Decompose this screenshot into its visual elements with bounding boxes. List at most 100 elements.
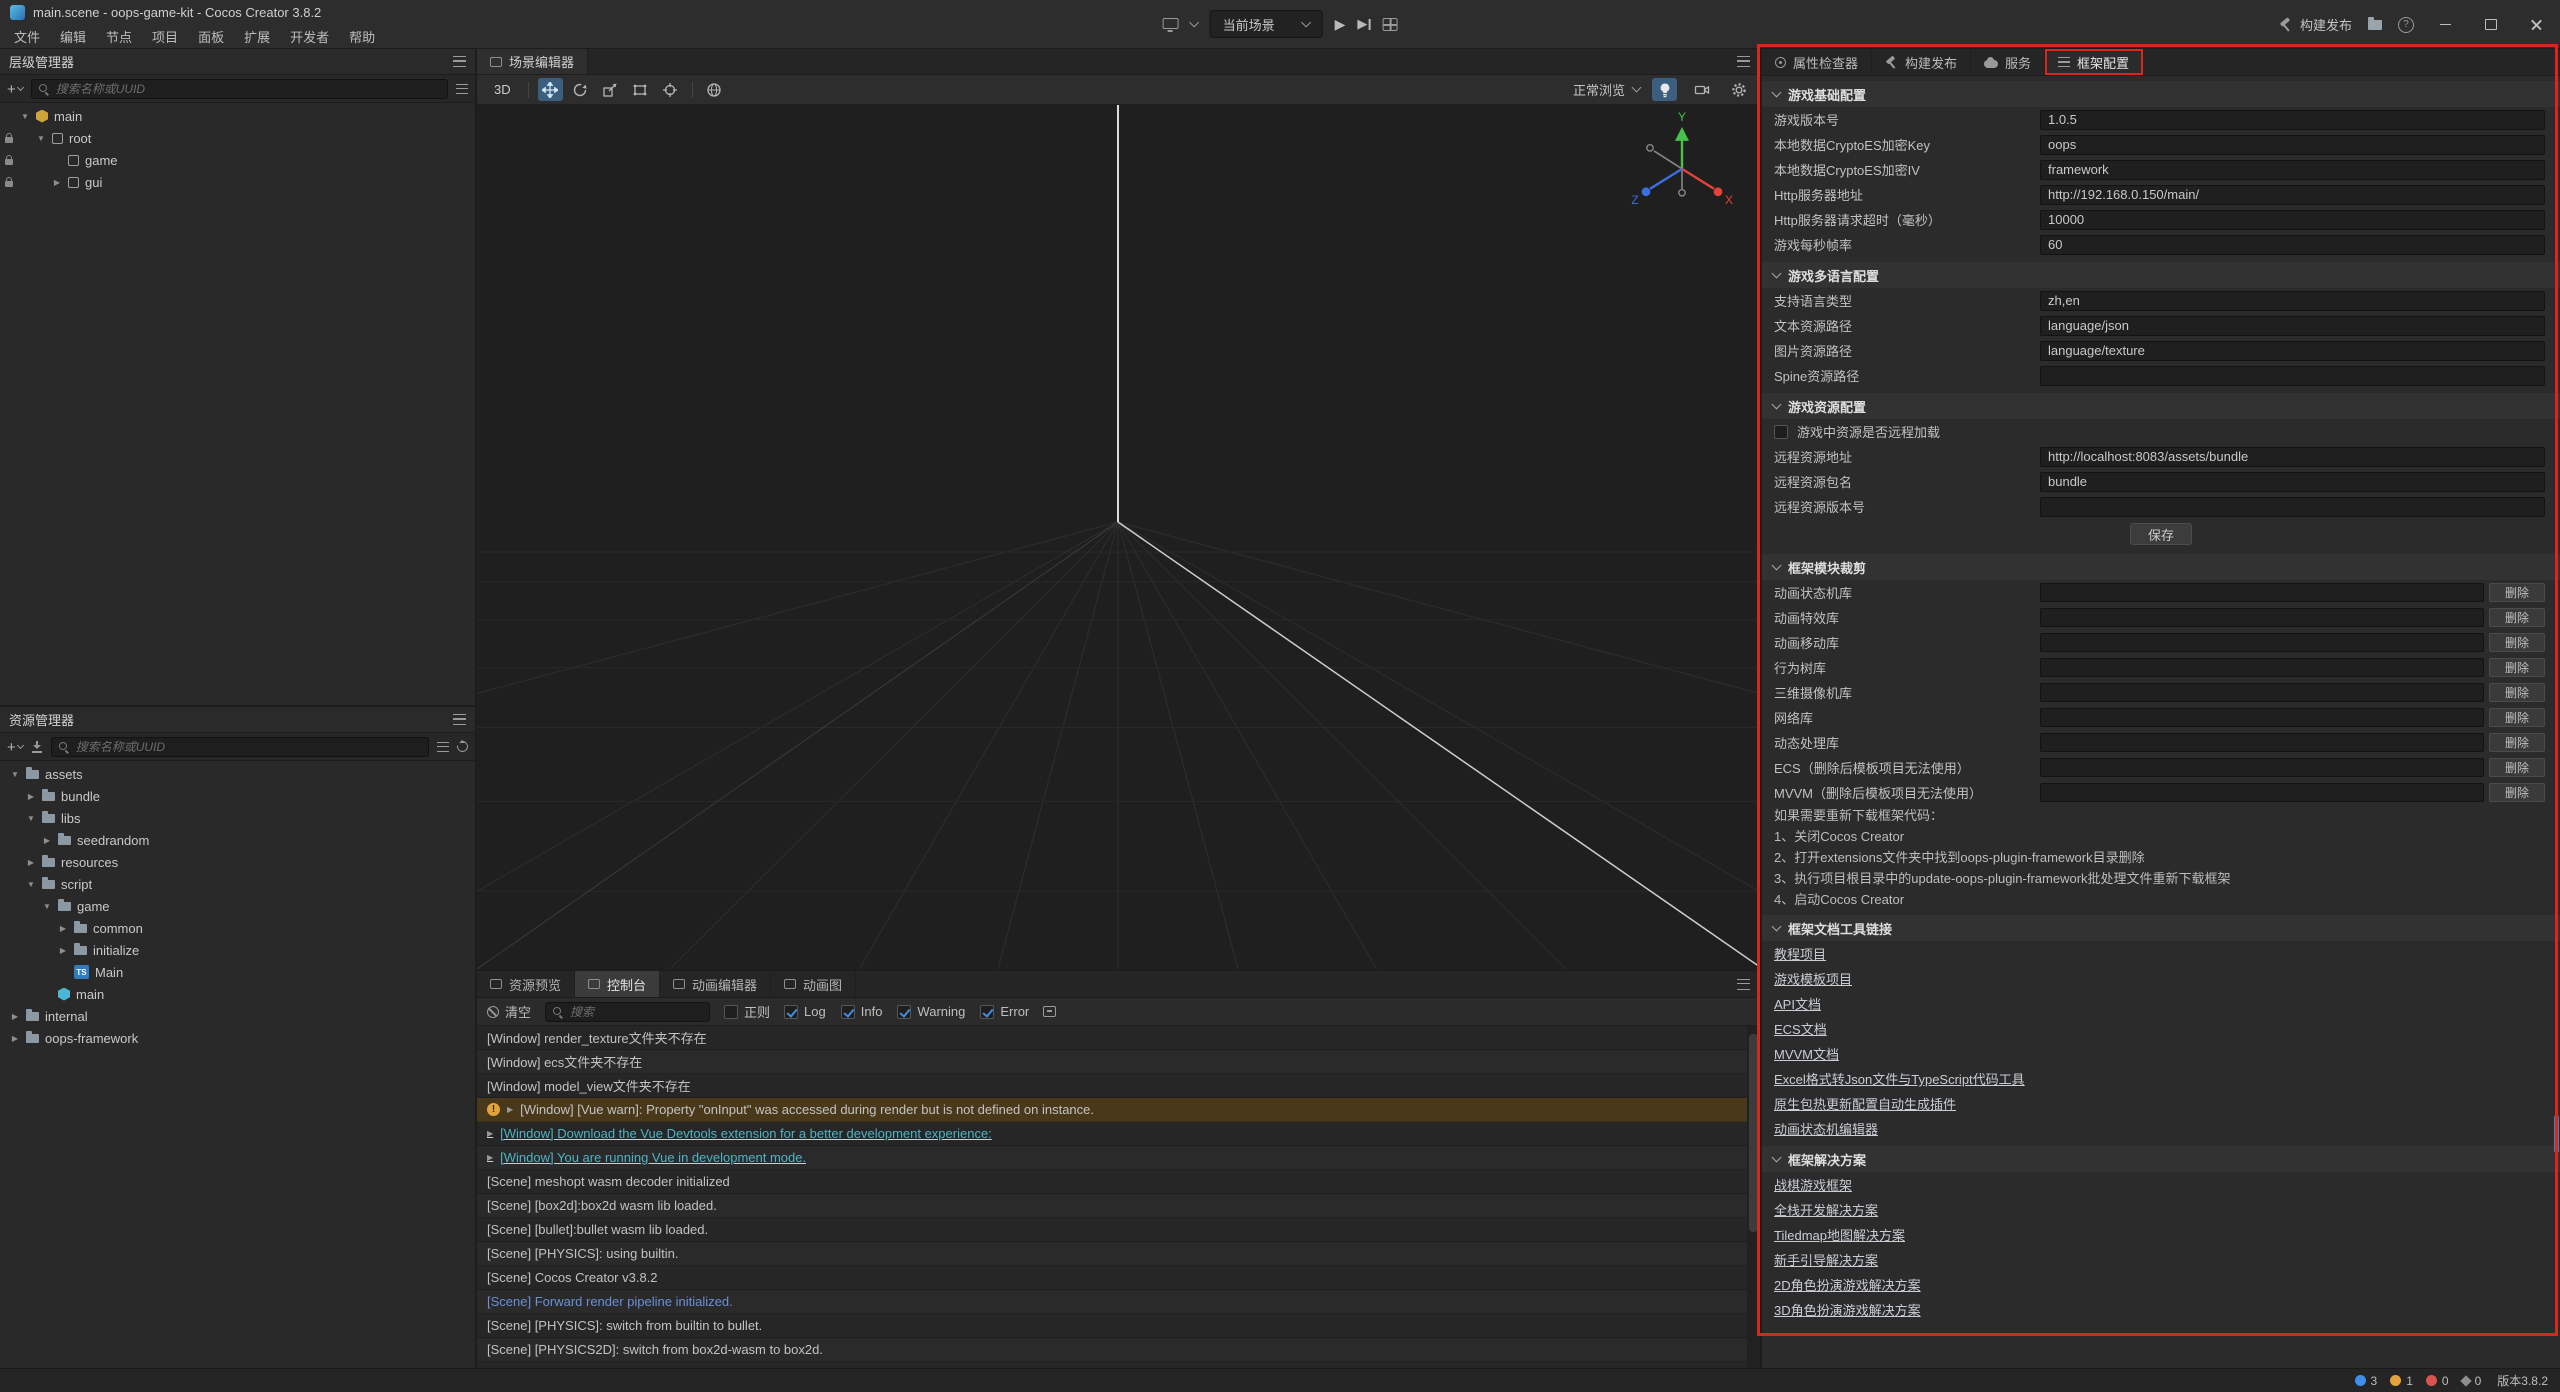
toggle-3d-button[interactable]: 3D (486, 80, 519, 99)
delete-button[interactable]: 删除 (2489, 583, 2545, 602)
play-button[interactable]: ▶ (1335, 16, 1346, 33)
tree-row-common[interactable]: ▶common (0, 917, 475, 939)
delete-button[interactable]: 删除 (2489, 633, 2545, 652)
menu-item-帮助[interactable]: 帮助 (339, 25, 385, 48)
status-counter-info[interactable]: 3 (2355, 1374, 2378, 1388)
tree-row-game[interactable]: game (0, 149, 475, 171)
doc-link[interactable]: 教程项目 (1774, 944, 1826, 963)
filter-icon[interactable] (456, 84, 468, 94)
section-header[interactable]: 框架文档工具链接 (1762, 915, 2560, 941)
build-publish-button[interactable]: 构建发布 (2279, 15, 2352, 34)
expand-chevron-icon[interactable]: ▶ (487, 1153, 493, 1162)
import-icon[interactable] (31, 741, 43, 753)
log-row[interactable]: [Scene] [box2d]:box2d wasm lib loaded. (477, 1194, 1747, 1218)
delete-button[interactable]: 删除 (2489, 733, 2545, 752)
menu-item-节点[interactable]: 节点 (96, 25, 142, 48)
expand-chevron-icon[interactable]: ▶ (26, 858, 36, 867)
menu-item-项目[interactable]: 项目 (142, 25, 188, 48)
inspector-tab-属性检查器[interactable]: 属性检查器 (1762, 49, 1872, 75)
move-tool-icon[interactable] (538, 78, 563, 101)
log-row[interactable]: [Scene] Cocos Creator v3.8.2 (477, 1266, 1747, 1290)
doc-link[interactable]: 2D角色扮演游戏解决方案 (1774, 1275, 1921, 1294)
export-log-icon[interactable] (1043, 1006, 1056, 1017)
log-row[interactable]: ▶[Window] Download the Vue Devtools exte… (477, 1122, 1747, 1146)
expand-chevron-icon[interactable]: ▶ (10, 1034, 20, 1043)
tree-row-gui[interactable]: ▶gui (0, 171, 475, 193)
expand-chevron-icon[interactable]: ▶ (26, 792, 36, 801)
panel-menu-icon[interactable] (1737, 56, 1750, 67)
open-folder-icon[interactable] (2368, 20, 2382, 30)
lock-icon[interactable] (5, 137, 13, 143)
field-input[interactable] (2040, 185, 2545, 205)
tree-row-resources[interactable]: ▶resources (0, 851, 475, 873)
field-input[interactable] (2040, 497, 2545, 517)
menu-item-扩展[interactable]: 扩展 (234, 25, 280, 48)
hierarchy-search[interactable] (31, 79, 448, 99)
scene-viewport[interactable]: Y X Z (477, 105, 1760, 969)
tree-row-game[interactable]: ▼game (0, 895, 475, 917)
field-input[interactable] (2040, 160, 2545, 180)
tree-row-bundle[interactable]: ▶bundle (0, 785, 475, 807)
menu-item-开发者[interactable]: 开发者 (280, 25, 339, 48)
delete-button[interactable]: 删除 (2489, 608, 2545, 627)
delete-button[interactable]: 删除 (2489, 658, 2545, 677)
section-header[interactable]: 游戏多语言配置 (1762, 262, 2560, 288)
help-icon[interactable] (2398, 17, 2414, 33)
tree-row-Main[interactable]: TSMain (0, 961, 475, 983)
console-filter-Info[interactable]: Info (841, 1004, 883, 1019)
tree-row-internal[interactable]: ▶internal (0, 1005, 475, 1027)
preview-device-icon[interactable] (1163, 18, 1179, 29)
menu-item-编辑[interactable]: 编辑 (50, 25, 96, 48)
menu-item-面板[interactable]: 面板 (188, 25, 234, 48)
log-row[interactable]: ▶[Window] You are running Vue in develop… (477, 1146, 1747, 1170)
view-mode-dropdown[interactable]: 正常浏览 (1573, 80, 1640, 99)
expand-chevron-icon[interactable]: ▶ (58, 924, 68, 933)
tree-row-script[interactable]: ▼script (0, 873, 475, 895)
checkbox-icon[interactable] (897, 1005, 911, 1019)
tree-row-main[interactable]: main (0, 983, 475, 1005)
inspector-tab-构建发布[interactable]: 构建发布 (1872, 49, 1971, 75)
expand-chevron-icon[interactable]: ▶ (52, 178, 62, 187)
section-header[interactable]: 框架模块裁剪 (1762, 554, 2560, 580)
log-row[interactable]: [Window] ecs文件夹不存在 (477, 1050, 1747, 1074)
doc-link[interactable]: ECS文档 (1774, 1019, 1827, 1038)
field-input[interactable] (2040, 316, 2545, 336)
tab-scene-editor[interactable]: 场景编辑器 (477, 49, 588, 74)
field-input[interactable] (2040, 235, 2545, 255)
console-tab-动画图[interactable]: 动画图 (771, 971, 856, 997)
checkbox-icon[interactable] (841, 1005, 855, 1019)
inspector-tab-服务[interactable]: 服务 (1971, 49, 2045, 75)
refresh-icon[interactable] (455, 739, 470, 754)
console-search[interactable] (545, 1002, 710, 1022)
status-counter-warning[interactable]: 1 (2390, 1374, 2413, 1388)
field-input[interactable] (2040, 291, 2545, 311)
log-row[interactable]: [Scene] [PHYSICS]: switch from builtin t… (477, 1314, 1747, 1338)
add-asset-button[interactable] (7, 739, 23, 755)
field-input[interactable] (2040, 210, 2545, 230)
layout-grid-icon[interactable] (1382, 18, 1397, 31)
inspector-scrollbar-thumb[interactable] (2554, 1115, 2559, 1153)
expand-chevron-icon[interactable]: ▶ (58, 946, 68, 955)
field-input[interactable] (2040, 366, 2545, 386)
expand-chevron-icon[interactable]: ▶ (507, 1105, 513, 1114)
tree-row-assets[interactable]: ▼assets (0, 763, 475, 785)
log-row[interactable]: [Scene] [PHYSICS2D]: switch from box2d-w… (477, 1338, 1747, 1362)
expand-chevron-icon[interactable]: ▼ (26, 880, 36, 889)
field-input[interactable] (2040, 341, 2545, 361)
minimize-button[interactable] (2430, 12, 2460, 38)
checkbox-icon[interactable] (724, 1005, 738, 1019)
doc-link[interactable]: Excel格式转Json文件与TypeScript代码工具 (1774, 1069, 2025, 1088)
inspector-tab-框架配置[interactable]: 框架配置 (2045, 49, 2143, 75)
doc-link[interactable]: 战棋游戏框架 (1774, 1175, 1852, 1194)
expand-chevron-icon[interactable]: ▼ (42, 902, 52, 911)
scene-dropdown[interactable]: 当前场景 (1210, 10, 1323, 38)
checkbox-icon[interactable] (980, 1005, 994, 1019)
console-scrollbar[interactable] (1747, 1026, 1760, 1368)
expand-chevron-icon[interactable]: ▶ (42, 836, 52, 845)
tree-row-oops-framework[interactable]: ▶oops-framework (0, 1027, 475, 1049)
tree-row-main[interactable]: ▼main (0, 105, 475, 127)
tree-row-root[interactable]: ▼root (0, 127, 475, 149)
log-row[interactable]: [Window] model_view文件夹不存在 (477, 1074, 1747, 1098)
expand-chevron-icon[interactable]: ▼ (26, 814, 36, 823)
clear-console-button[interactable]: 清空 (487, 1002, 531, 1021)
